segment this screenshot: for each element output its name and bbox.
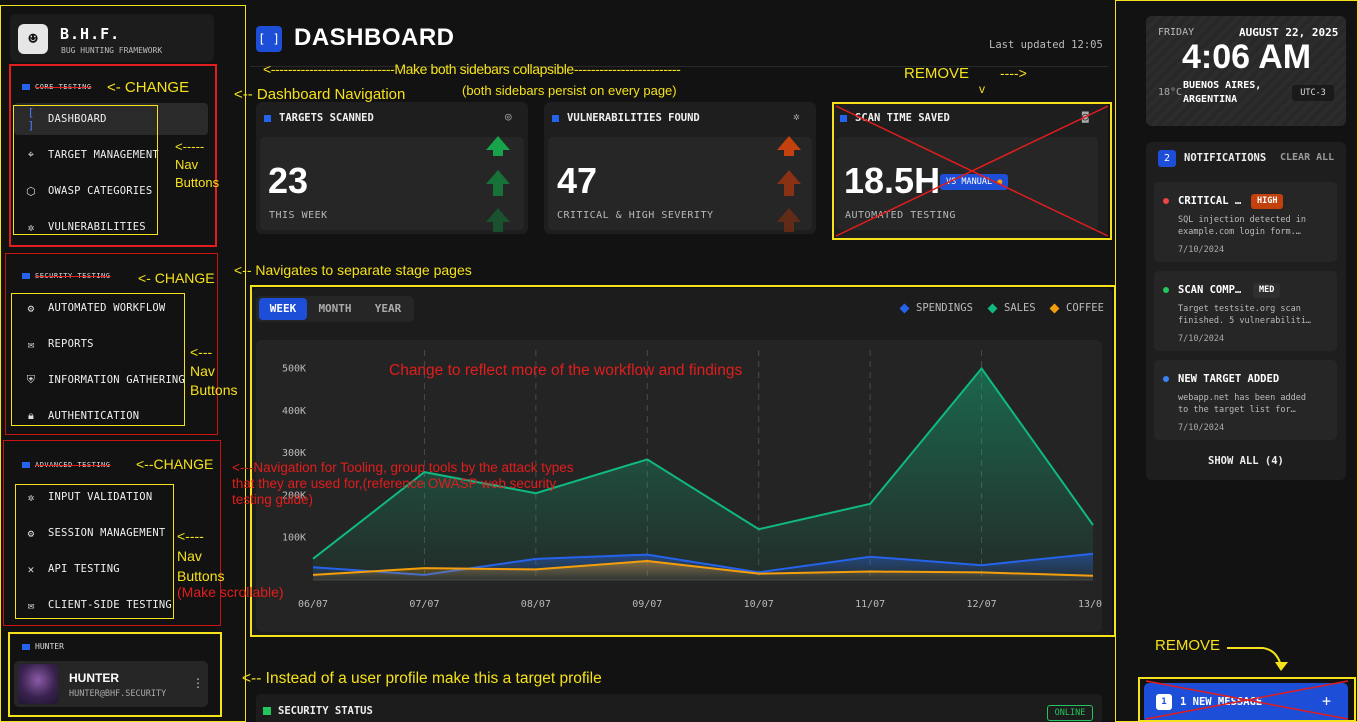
annotation-cross (835, 105, 1109, 237)
target-icon: ◎ (505, 110, 512, 123)
annotation-nav-box (11, 293, 185, 426)
stat-sub: THIS WEEK (269, 210, 328, 221)
status-square-icon (263, 707, 271, 715)
stat-label: TARGETS SCANNED (264, 112, 374, 124)
stat-value: 47 (557, 160, 598, 201)
annotation-text: <-----------------------------Make both … (263, 61, 681, 77)
annotation-text: <---- Nav Buttons (177, 528, 225, 584)
annotation-text: <- CHANGE (107, 79, 190, 96)
security-status-card (256, 694, 1102, 722)
annotation-text: (both sidebars persist on every page) (462, 83, 677, 98)
last-updated: Last updated 12:05 (989, 39, 1103, 51)
annotation-hunter-box (8, 632, 222, 717)
annotation-text: <--CHANGE (136, 456, 214, 472)
stat-sub: CRITICAL & HIGH SEVERITY (557, 210, 714, 221)
annotation-text: Change to reflect more of the workflow a… (389, 362, 743, 379)
annotation-text: <---Navigation for Tooling, group tools … (232, 460, 574, 507)
stat-label: VULNERABILITIES FOUND (552, 112, 700, 124)
stat-value: 23 (268, 160, 309, 201)
annotation-text: <--- Nav Buttons (190, 344, 238, 398)
annotation-text: <-- Dashboard Navigation (234, 86, 406, 103)
annotation-nav-box (15, 484, 174, 619)
annotation-text: REMOVE (904, 65, 970, 82)
annotation-text: REMOVE (1155, 637, 1221, 654)
page-title: DASHBOARD (294, 24, 455, 51)
annotation-text: (Make scrollable) (177, 584, 284, 600)
dashboard-icon: [ ] (256, 26, 282, 52)
annotation-text: v (979, 82, 985, 96)
annotation-nav-box (13, 105, 158, 235)
annotation-text: <- CHANGE (138, 270, 215, 286)
bug-icon: ✲ (793, 110, 800, 123)
annotation-text: ----> (1000, 65, 1027, 81)
trend-up-arrows-icon (777, 136, 801, 232)
online-badge: ONLINE (1047, 705, 1093, 721)
security-status-label: SECURITY STATUS (278, 705, 373, 717)
annotation-arrow (1227, 647, 1288, 671)
annotation-right-sidebar-box (1115, 0, 1358, 722)
annotation-text: <-- Instead of a user profile make this … (242, 670, 602, 687)
trend-up-arrows-icon (486, 136, 510, 232)
annotation-cross (1145, 680, 1349, 720)
annotation-text: <----- Nav Buttons (175, 139, 220, 190)
annotation-text: <-- Navigates to separate stage pages (234, 262, 472, 278)
